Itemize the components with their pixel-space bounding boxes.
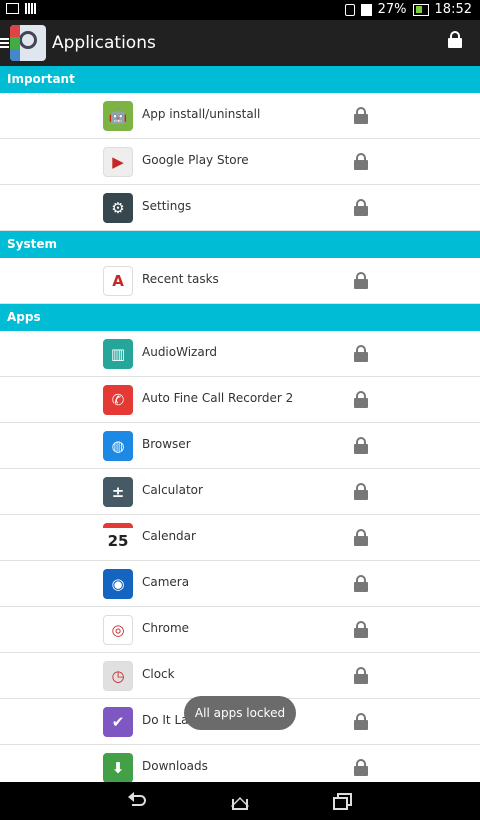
app-label: Camera: [142, 575, 190, 589]
app-row[interactable]: ▶ Google Play Store: [0, 139, 480, 185]
audio-wizard-icon: ▥: [103, 339, 133, 369]
lock-toggle[interactable]: [354, 153, 368, 170]
app-label: Calculator: [142, 483, 203, 497]
checkmark-icon: ✔: [103, 707, 133, 737]
app-label: Clock: [142, 667, 175, 681]
android-recent-icon: A: [103, 266, 133, 296]
app-logo[interactable]: [10, 25, 46, 61]
app-label: Downloads: [142, 759, 208, 773]
section-header: Apps: [0, 304, 480, 331]
gear-icon: ⚙: [103, 193, 133, 223]
app-row[interactable]: ◷ Clock: [0, 653, 480, 699]
play-store-icon: ▶: [103, 147, 133, 177]
lock-toggle[interactable]: [354, 759, 368, 776]
lock-toggle[interactable]: [354, 483, 368, 500]
call-recorder-icon: ✆: [103, 385, 133, 415]
navigation-bar: [0, 782, 480, 820]
app-row[interactable]: ± Calculator: [0, 469, 480, 515]
lock-all-button[interactable]: [448, 31, 462, 48]
alarm-icon: [360, 3, 372, 16]
lock-icon: [354, 621, 368, 638]
lock-toggle[interactable]: [354, 621, 368, 638]
app-row[interactable]: ◍ Browser: [0, 423, 480, 469]
notification-icon: [6, 3, 19, 14]
app-label: Google Play Store: [142, 153, 249, 167]
status-bar: 27% 18:52: [0, 0, 480, 20]
lock-icon: [354, 107, 368, 124]
app-label: App install/uninstall: [142, 107, 261, 121]
android-icon: 🤖: [103, 101, 133, 131]
lock-icon: [354, 483, 368, 500]
lock-toggle[interactable]: [354, 272, 368, 289]
lock-icon: [354, 667, 368, 684]
app-row[interactable]: ▥ AudioWizard: [0, 331, 480, 377]
home-icon[interactable]: [229, 791, 251, 811]
app-bar: Applications: [0, 20, 480, 66]
lock-icon: [354, 345, 368, 362]
app-label: Calendar: [142, 529, 196, 543]
battery-percent: 27%: [377, 2, 407, 17]
notification-bars-icon: [25, 3, 36, 14]
app-label: Recent tasks: [142, 272, 219, 286]
lock-icon: [448, 31, 462, 48]
lock-toggle[interactable]: [354, 667, 368, 684]
lock-icon: [354, 199, 368, 216]
lock-toggle[interactable]: [354, 713, 368, 730]
lock-icon: [354, 529, 368, 546]
app-row[interactable]: A Recent tasks: [0, 258, 480, 304]
clock-time: 18:52: [434, 2, 472, 17]
app-row[interactable]: ✆ Auto Fine Call Recorder 2: [0, 377, 480, 423]
lock-toggle[interactable]: [354, 107, 368, 124]
lock-toggle[interactable]: [354, 575, 368, 592]
calendar-day: 25: [107, 531, 129, 550]
app-label: Browser: [142, 437, 191, 451]
app-row[interactable]: ⚙ Settings: [0, 185, 480, 231]
lock-icon: [354, 391, 368, 408]
lock-icon: [354, 713, 368, 730]
lock-toggle[interactable]: [354, 391, 368, 408]
app-row[interactable]: 🤖 App install/uninstall: [0, 93, 480, 139]
recent-apps-icon[interactable]: [332, 791, 354, 811]
calculator-icon: ±: [103, 477, 133, 507]
section-header: System: [0, 231, 480, 258]
app-row[interactable]: ◉ Camera: [0, 561, 480, 607]
lock-toggle[interactable]: [354, 529, 368, 546]
section-header: Important: [0, 66, 480, 93]
lock-icon: [354, 272, 368, 289]
back-icon[interactable]: [128, 791, 150, 811]
lock-toggle[interactable]: [354, 345, 368, 362]
clock-icon: ◷: [103, 661, 133, 691]
chrome-icon: ◎: [103, 615, 133, 645]
lock-icon: [354, 759, 368, 776]
download-icon: ⬇: [103, 753, 133, 783]
battery-icon: [412, 3, 429, 16]
lock-toggle[interactable]: [354, 437, 368, 454]
app-label: Chrome: [142, 621, 190, 635]
app-list: Important 🤖 App install/uninstall ▶ Google P…: [0, 66, 480, 791]
menu-icon[interactable]: [0, 38, 9, 48]
app-row[interactable]: ◎ Chrome: [0, 607, 480, 653]
lock-icon: [354, 437, 368, 454]
toast-message: All apps locked: [184, 696, 296, 730]
app-label: Auto Fine Call Recorder 2: [142, 391, 294, 405]
app-label: AudioWizard: [142, 345, 218, 359]
lock-toggle[interactable]: [354, 199, 368, 216]
lock-icon: [354, 153, 368, 170]
lock-icon: [354, 575, 368, 592]
app-row[interactable]: 25 Calendar: [0, 515, 480, 561]
page-title: Applications: [52, 33, 156, 53]
vibrate-icon: [344, 3, 355, 16]
app-label: Settings: [142, 199, 192, 213]
globe-icon: ◍: [103, 431, 133, 461]
calendar-icon: 25: [103, 523, 133, 553]
camera-icon: ◉: [103, 569, 133, 599]
